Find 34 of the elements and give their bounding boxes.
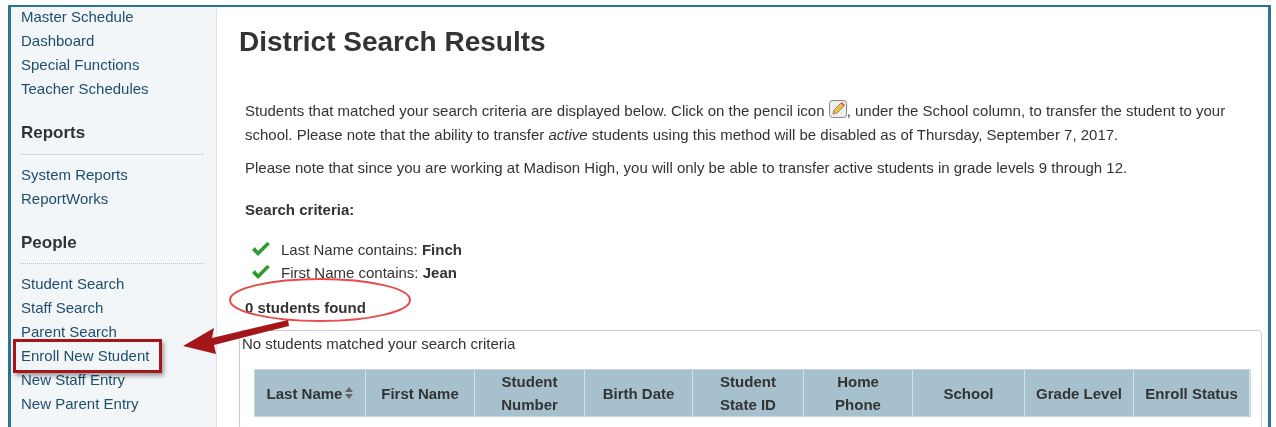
sidebar-link[interactable]: System Reports [21,165,128,183]
column-header[interactable]: Birth Date [585,370,693,416]
checkmark-icon [251,264,271,281]
result-count: 0 students found [245,299,366,316]
column-header[interactable]: First Name [366,370,475,416]
sidebar-link[interactable]: New Parent Entry [21,395,139,412]
sidebar-link[interactable]: ReportWorks [21,189,109,207]
sidebar-link[interactable]: Special Functions [21,56,140,73]
section-heading: Reports [21,123,86,142]
sidebar-link[interactable]: New Staff Entry [21,371,125,388]
column-header[interactable]: Last Name [255,370,366,416]
column-header[interactable]: Student State ID [693,370,804,416]
sidebar-link[interactable]: Teacher Schedules [21,80,149,97]
pencil-icon [828,100,847,118]
grade-note: Please note that since you are working at Madison High, you will only be able to transfer active students in grade levels 9 through 12. [245,158,1129,178]
sidebar-link[interactable]: Parent Search [21,323,117,340]
column-header[interactable]: Student Number [475,370,585,416]
sidebar-link[interactable]: Staff Search [21,299,104,316]
criteria-item: First Name contains: Jean [281,262,457,283]
empty-message: No students matched your search criteria [242,334,516,354]
sidebar-link[interactable]: Dashboard [21,32,95,49]
column-header[interactable]: Enroll Status [1134,370,1250,416]
section-heading: People [21,232,77,252]
sidebar-link[interactable]: Student Search [21,275,125,292]
page-title: District Search Results [239,25,547,59]
instructions-text: Students that matched your search criteria are displayed below. Click on the pencil icon , under the School column, to transfer the student to your school. Please note that the ability to transfer active students using this method will be disabled as of Thursday, September 7, 2017. [245,99,1227,145]
column-header[interactable]: Grade Level [1025,370,1134,416]
checkmark-icon [251,241,271,258]
sidebar-link[interactable]: Enroll New Student [13,339,163,373]
column-header[interactable]: School [913,370,1025,416]
criteria-item: Last Name contains: Finch [281,239,462,260]
column-header[interactable]: Home Phone [804,370,913,416]
criteria-heading: Search criteria: [245,200,356,220]
sidebar-link[interactable]: Master Schedule [21,8,134,25]
